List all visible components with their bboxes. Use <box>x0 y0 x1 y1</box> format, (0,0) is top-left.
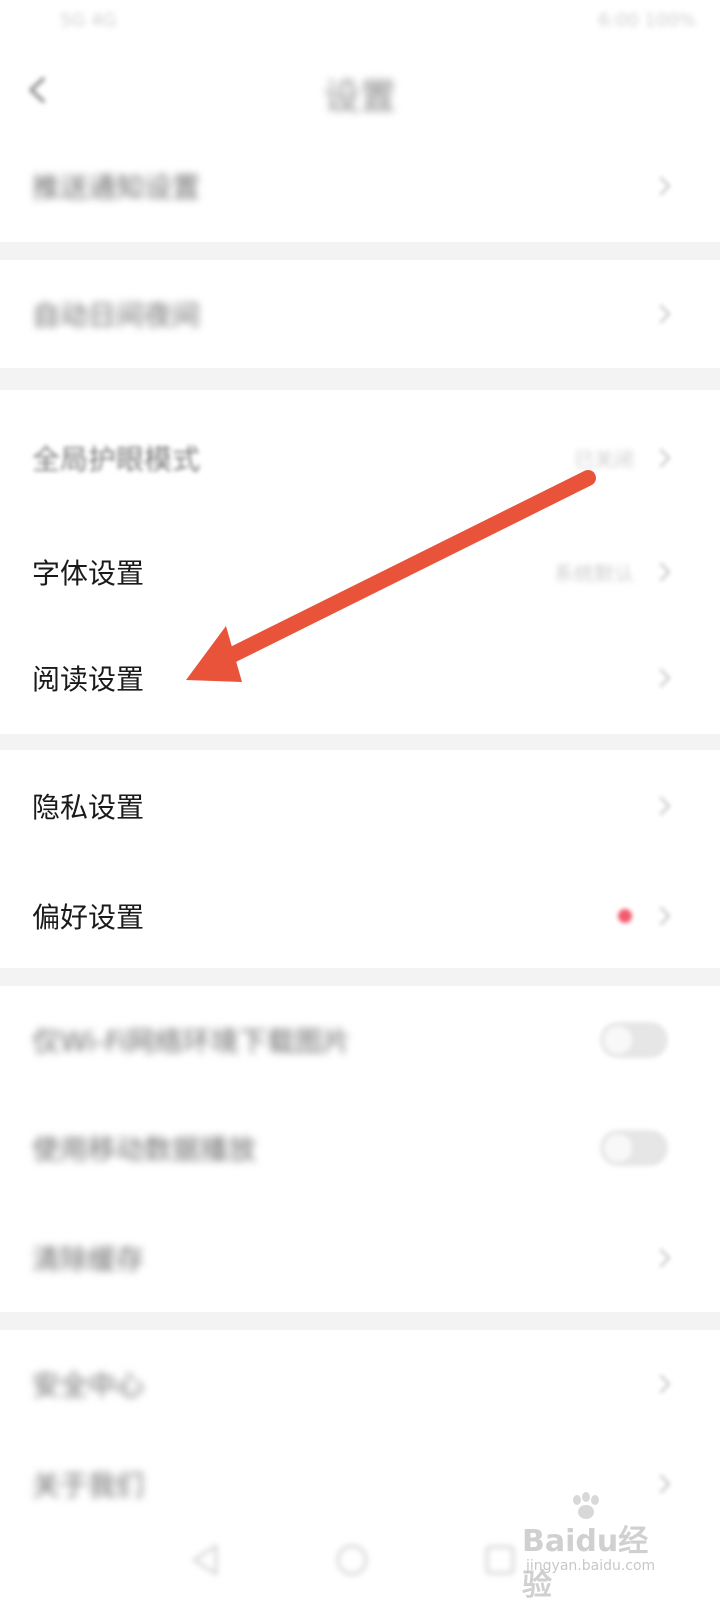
row-label: 字体设置 <box>32 557 145 590</box>
status-time-battery: 6:00 100% <box>598 10 696 31</box>
status-signal: 5G 4G <box>60 10 117 31</box>
toggle-knob <box>604 1026 632 1054</box>
chevron-right-icon <box>659 796 671 816</box>
page-title: 设置 <box>323 77 396 118</box>
wifi-only-toggle[interactable] <box>600 1022 668 1058</box>
row-auto-day-night[interactable]: 自动日间夜间 <box>0 264 720 364</box>
chevron-right-icon <box>659 176 671 196</box>
watermark-url: jingyan.baidu.com <box>526 1558 656 1574</box>
row-label: 仅Wi-Fi网络环境下载图片 <box>32 1025 351 1058</box>
row-label: 阅读设置 <box>32 663 145 696</box>
section-privacy: 隐私设置 偏好设置 <box>0 750 720 968</box>
mobile-data-toggle[interactable] <box>600 1130 668 1166</box>
home-circle-icon[interactable] <box>332 1540 372 1580</box>
row-clear-cache[interactable]: 清除缓存 <box>0 1208 720 1308</box>
section-day-night: 自动日间夜间 <box>0 260 720 368</box>
header: 设置 <box>0 50 720 130</box>
section-network: 仅Wi-Fi网络环境下载图片 使用移动数据播放 清除缓存 <box>0 986 720 1312</box>
row-mobile-data-play[interactable]: 使用移动数据播放 <box>0 1098 720 1198</box>
row-security-center[interactable]: 安全中心 <box>0 1334 720 1434</box>
chevron-right-icon <box>659 562 671 582</box>
settings-screen: 5G 4G 6:00 100% 设置 推送通知设置 自动日间夜间 全局护眼模式 … <box>0 0 720 1600</box>
row-value: 已关闭 <box>574 447 634 472</box>
row-font-settings[interactable]: 字体设置 系统默认 <box>0 522 720 622</box>
chevron-right-icon <box>659 448 671 468</box>
section-divider <box>0 242 720 260</box>
section-divider <box>0 734 720 750</box>
chevron-right-icon <box>659 906 671 926</box>
row-label: 推送通知设置 <box>32 171 201 204</box>
row-push-settings[interactable]: 推送通知设置 <box>0 136 720 236</box>
row-label: 使用移动数据播放 <box>32 1133 257 1166</box>
row-value: 系统默认 <box>554 561 634 586</box>
row-wifi-only-images[interactable]: 仅Wi-Fi网络环境下载图片 <box>0 990 720 1090</box>
row-label: 清除缓存 <box>32 1243 145 1276</box>
section-divider <box>0 368 720 390</box>
section-divider <box>0 968 720 986</box>
row-label: 全局护眼模式 <box>32 443 201 476</box>
toggle-knob <box>604 1134 632 1162</box>
back-triangle-icon[interactable] <box>186 1540 226 1580</box>
chevron-right-icon <box>659 304 671 324</box>
row-label: 自动日间夜间 <box>32 299 201 332</box>
chevron-right-icon <box>659 1374 671 1394</box>
section-divider <box>0 1312 720 1330</box>
row-label: 偏好设置 <box>32 901 145 934</box>
section-display: 全局护眼模式 已关闭 字体设置 系统默认 阅读设置 <box>0 390 720 734</box>
row-eye-protection[interactable]: 全局护眼模式 已关闭 <box>0 408 720 508</box>
row-label: 隐私设置 <box>32 791 145 824</box>
section-notifications: 推送通知设置 <box>0 136 720 242</box>
row-reading-settings[interactable]: 阅读设置 <box>0 628 720 728</box>
row-label: 关于我们 <box>32 1469 145 1502</box>
watermark: Baidu经验 jingyan.baidu.com <box>522 1492 672 1600</box>
row-label: 安全中心 <box>32 1369 145 1402</box>
recents-square-icon[interactable] <box>480 1540 520 1580</box>
row-preference-settings[interactable]: 偏好设置 <box>0 866 720 966</box>
chevron-right-icon <box>659 668 671 688</box>
red-dot-badge <box>618 909 632 923</box>
chevron-right-icon <box>659 1248 671 1268</box>
status-bar: 5G 4G 6:00 100% <box>0 0 720 48</box>
row-privacy-settings[interactable]: 隐私设置 <box>0 756 720 856</box>
